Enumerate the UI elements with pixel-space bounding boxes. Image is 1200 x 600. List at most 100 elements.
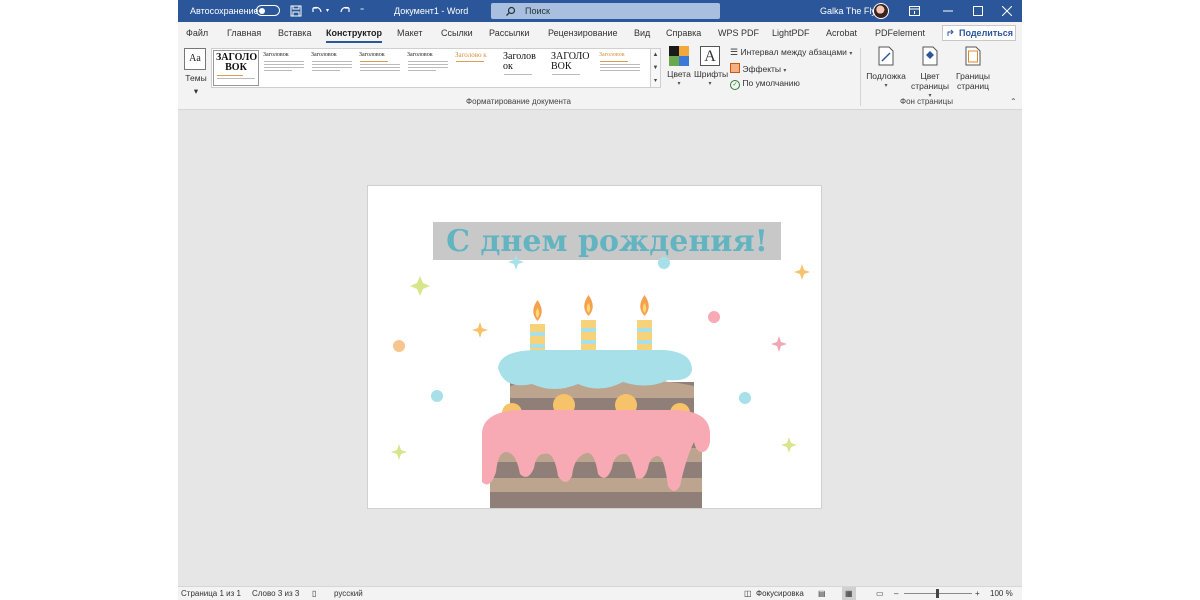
gallery-scroll[interactable]: ▲ ▼ ▾ bbox=[651, 48, 661, 88]
tab-file[interactable]: Файл bbox=[186, 22, 208, 44]
zoom-slider-thumb[interactable] bbox=[936, 589, 939, 598]
avatar[interactable] bbox=[873, 3, 889, 19]
cake bbox=[482, 350, 710, 508]
share-label: Поделиться bbox=[959, 28, 1014, 38]
paragraph-spacing-label: Интервал между абзацами bbox=[740, 47, 847, 57]
page-count[interactable]: Страница 1 из 1 bbox=[181, 587, 241, 600]
themes-button[interactable]: Aa Темы ▾ bbox=[184, 48, 208, 96]
autosave-label: Автосохранение bbox=[190, 6, 259, 16]
effects-label: Эффекты bbox=[742, 64, 782, 74]
redo-icon[interactable] bbox=[338, 0, 352, 22]
style-set-thumb[interactable]: Заголовок bbox=[309, 50, 355, 86]
watermark-icon bbox=[878, 46, 894, 66]
share-button[interactable]: Поделиться bbox=[942, 25, 1016, 41]
tab-pdfelement[interactable]: PDFelement bbox=[875, 22, 925, 44]
print-layout-icon[interactable]: ▦ bbox=[842, 587, 856, 600]
ribbon-design: Aa Темы ▾ ЗАГОЛО ВОК Заголовок Заголовок… bbox=[178, 44, 1022, 110]
watermark-button[interactable]: Подложка ▾ bbox=[864, 46, 908, 91]
font-icon: A bbox=[700, 46, 720, 66]
tab-wps-pdf[interactable]: WPS PDF bbox=[718, 22, 759, 44]
themes-icon: Aa bbox=[184, 48, 206, 70]
page-color-label: Цвет страницы bbox=[910, 71, 950, 91]
doc-format-group-label: Форматирование документа bbox=[466, 97, 571, 106]
style-set-gallery: ЗАГОЛО ВОК Заголовок Заголовок Заголовок… bbox=[211, 48, 651, 88]
page-color-button[interactable]: Цвет страницы ▾ bbox=[908, 46, 952, 101]
style-set-thumb[interactable]: Заголовок bbox=[261, 50, 307, 86]
paragraph-spacing-button[interactable]: ☰ Интервал между абзацами ▾ bbox=[730, 47, 852, 58]
tab-home[interactable]: Главная bbox=[227, 22, 261, 44]
paragraph-spacing-icon: ☰ bbox=[730, 47, 739, 57]
tab-insert[interactable]: Вставка bbox=[278, 22, 311, 44]
themes-label: Темы bbox=[185, 73, 207, 83]
style-set-thumb[interactable]: Заголовок bbox=[357, 50, 403, 86]
zoom-level[interactable]: 100 % bbox=[990, 587, 1013, 600]
user-name[interactable]: Galka The Fly bbox=[820, 0, 876, 22]
title-bar: Автосохранение ▾ ⁼ Документ1 - Word Поис… bbox=[178, 0, 1022, 22]
undo-icon[interactable] bbox=[310, 0, 324, 22]
search-icon bbox=[506, 6, 516, 16]
tab-acrobat[interactable]: Acrobat bbox=[826, 22, 857, 44]
document-page[interactable]: С днем рождения! bbox=[367, 185, 822, 509]
autosave-toggle[interactable] bbox=[256, 5, 280, 16]
style-set-thumb[interactable]: Заголово к bbox=[453, 50, 499, 86]
minimize-icon[interactable] bbox=[931, 0, 965, 22]
search-box[interactable]: Поиск bbox=[491, 3, 720, 19]
colors-label: Цвета bbox=[667, 69, 691, 79]
page-bg-group-label: Фон страницы bbox=[900, 97, 953, 106]
tab-review[interactable]: Рецензирование bbox=[548, 22, 618, 44]
colors-button[interactable]: Цвета ▾ bbox=[666, 46, 692, 89]
proofing-icon[interactable]: ▯ bbox=[312, 587, 316, 600]
undo-dropdown-icon[interactable]: ▾ bbox=[326, 0, 329, 22]
tab-view[interactable]: Вид bbox=[634, 22, 650, 44]
fonts-button[interactable]: A Шрифты ▾ bbox=[694, 46, 729, 89]
word-count[interactable]: Слово 3 из 3 bbox=[252, 587, 299, 600]
style-set-thumb[interactable]: ЗАГОЛО ВОК bbox=[213, 50, 259, 86]
group-separator bbox=[860, 48, 861, 106]
page-borders-button[interactable]: Границы страниц bbox=[952, 46, 994, 91]
fonts-label: Шрифты bbox=[694, 69, 729, 79]
style-set-thumb[interactable]: ЗАГОЛО ВОК bbox=[549, 50, 595, 86]
focus-mode-label[interactable]: Фокусировка bbox=[756, 587, 804, 600]
style-set-thumb[interactable]: Заголов ок bbox=[501, 50, 547, 86]
page-borders-icon bbox=[965, 46, 981, 66]
share-icon bbox=[947, 29, 954, 36]
language-indicator[interactable]: русский bbox=[334, 587, 363, 600]
web-layout-icon[interactable]: ▭ bbox=[876, 587, 884, 600]
word-window: Автосохранение ▾ ⁼ Документ1 - Word Поис… bbox=[178, 0, 1022, 600]
check-circle-icon: ✓ bbox=[730, 80, 740, 90]
effects-button[interactable]: Эффекты ▾ bbox=[730, 63, 786, 74]
tab-layout[interactable]: Макет bbox=[397, 22, 422, 44]
effects-icon bbox=[730, 63, 740, 73]
page-color-icon bbox=[922, 46, 938, 66]
document-title: Документ1 - Word bbox=[394, 6, 469, 16]
read-mode-icon[interactable]: ▤ bbox=[818, 587, 826, 600]
ribbon-tabs: Файл Главная Вставка Конструктор Макет С… bbox=[178, 22, 1022, 44]
style-set-thumb[interactable]: Заголовок bbox=[597, 50, 643, 86]
tab-design[interactable]: Конструктор bbox=[326, 22, 383, 44]
save-icon[interactable] bbox=[290, 0, 302, 22]
customize-toolbar-icon[interactable]: ⁼ bbox=[360, 0, 364, 22]
style-set-thumb[interactable]: Заголовок bbox=[405, 50, 451, 86]
gallery-more-icon[interactable]: ▾ bbox=[651, 75, 660, 88]
zoom-out-button[interactable]: – bbox=[894, 587, 898, 600]
chevron-down-icon[interactable]: ▼ bbox=[651, 62, 660, 75]
set-default-button[interactable]: ✓ По умолчанию bbox=[730, 78, 800, 90]
tab-references[interactable]: Ссылки bbox=[441, 22, 473, 44]
focus-icon[interactable]: ◫ bbox=[744, 587, 752, 600]
close-icon[interactable] bbox=[990, 0, 1022, 22]
birthday-cake-illustration bbox=[391, 254, 810, 508]
zoom-in-button[interactable]: + bbox=[975, 587, 980, 600]
collapse-ribbon-icon[interactable]: ⌃ bbox=[1010, 97, 1017, 106]
status-bar: Страница 1 из 1 Слово 3 из 3 ▯ русский ◫… bbox=[178, 586, 1022, 600]
chevron-up-icon[interactable]: ▲ bbox=[651, 49, 660, 62]
search-placeholder: Поиск bbox=[525, 6, 550, 16]
candle-icon bbox=[530, 295, 652, 357]
chevron-down-icon: ▾ bbox=[193, 86, 199, 96]
tab-mailings[interactable]: Рассылки bbox=[489, 22, 529, 44]
tab-lightpdf[interactable]: LightPDF bbox=[772, 22, 810, 44]
chevron-down-icon: ▾ bbox=[708, 81, 712, 87]
watermark-label: Подложка bbox=[866, 71, 906, 81]
palette-icon bbox=[669, 46, 689, 66]
tab-help[interactable]: Справка bbox=[666, 22, 701, 44]
ribbon-display-options-icon[interactable] bbox=[897, 0, 931, 22]
